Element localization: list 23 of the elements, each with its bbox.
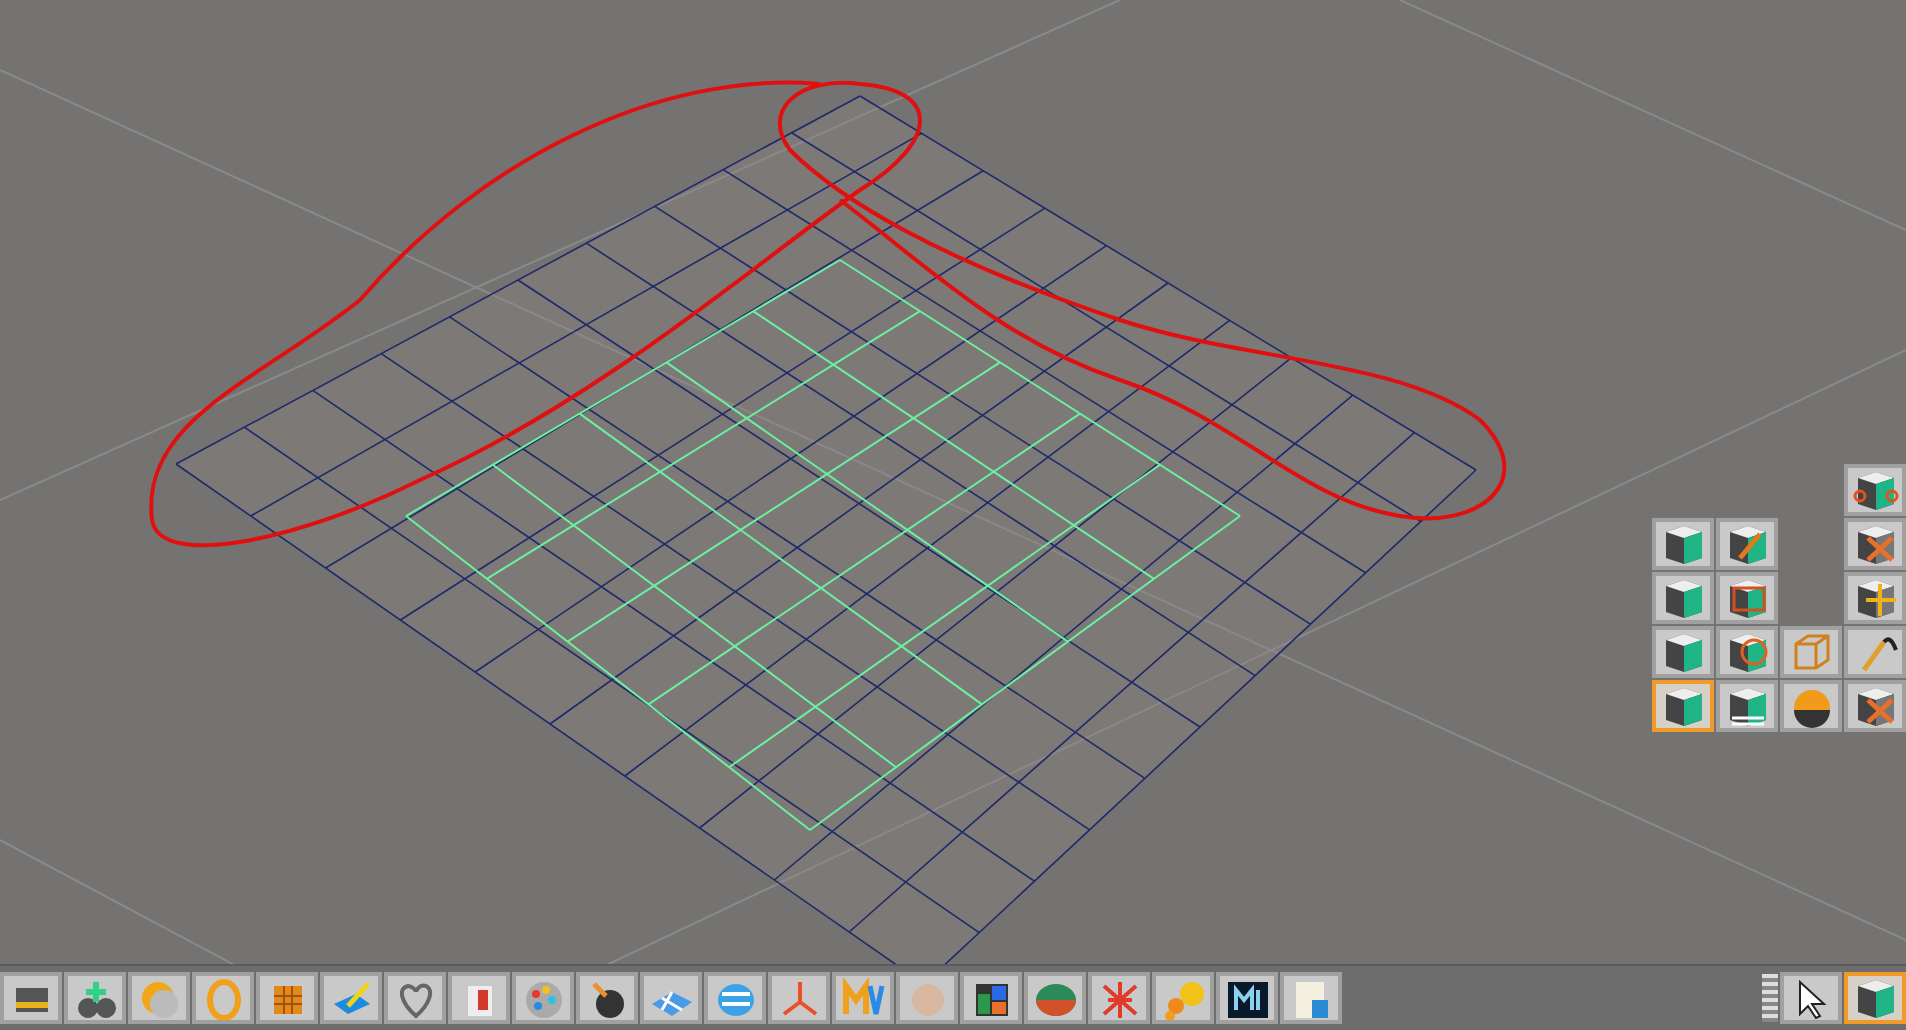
tool-button[interactable] [1652, 626, 1714, 678]
tool-button[interactable] [1716, 626, 1778, 678]
tool-button[interactable] [960, 972, 1022, 1024]
tool-button[interactable] [1844, 972, 1906, 1024]
cube-handles-icon [1851, 468, 1899, 512]
tool-button[interactable] [1652, 572, 1714, 624]
tool-button[interactable] [1780, 680, 1842, 732]
tool-button[interactable] [1844, 680, 1906, 732]
tool-button[interactable] [1716, 680, 1778, 732]
coins-icon [1159, 976, 1207, 1020]
tool-button[interactable] [1716, 518, 1778, 570]
screen-icon [1223, 976, 1271, 1020]
letters-icon [839, 976, 887, 1020]
tool-button[interactable] [576, 972, 638, 1024]
tool-button[interactable] [1652, 518, 1714, 570]
tool-button[interactable] [1780, 972, 1842, 1024]
shelf-handle[interactable] [1762, 974, 1778, 1022]
tool-button[interactable] [1844, 464, 1906, 516]
tool-button[interactable] [1652, 680, 1714, 732]
tool-button[interactable] [1216, 972, 1278, 1024]
tool-button[interactable] [1716, 572, 1778, 624]
tool-button[interactable] [1844, 572, 1906, 624]
tool-button[interactable] [1844, 518, 1906, 570]
